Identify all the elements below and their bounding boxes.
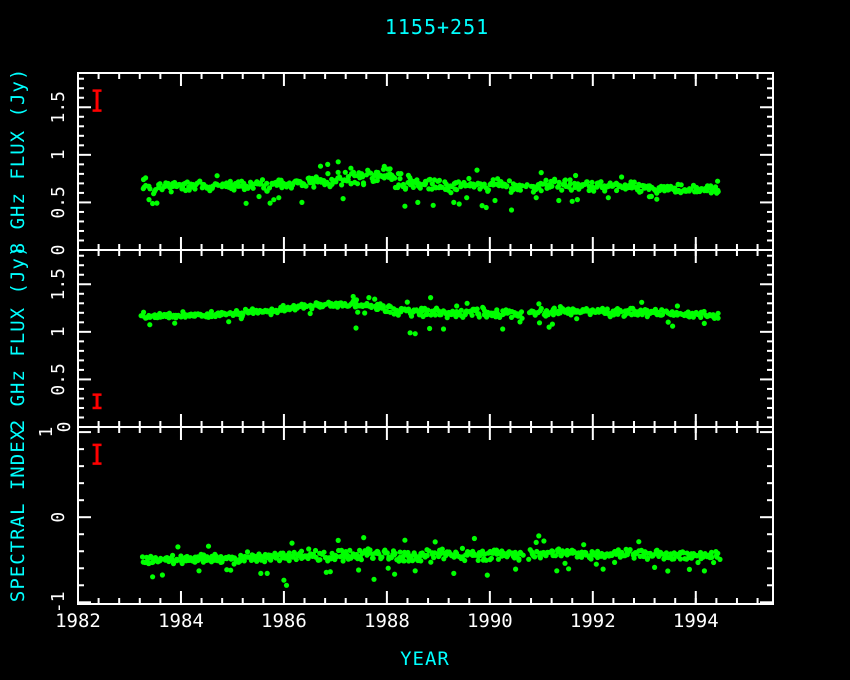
x-tick-label: 1988 <box>364 610 410 632</box>
chart-title: 1155+251 <box>385 15 489 39</box>
y-tick-label: 0 <box>48 245 69 256</box>
y-tick-label: 1.5 <box>48 91 69 124</box>
lightcurve-chart: 1155+251 8 GHz FLUX (Jy) 2 GHz FLUX (Jy)… <box>0 0 850 680</box>
y-tick-label: 1 <box>36 427 57 438</box>
x-tick-label: 1982 <box>55 610 101 632</box>
x-tick-label: 1992 <box>570 610 616 632</box>
chart-background <box>0 0 850 680</box>
y-tick-label: 1 <box>48 326 69 337</box>
x-tick-label: 1986 <box>261 610 307 632</box>
y-tick-label: 1 <box>48 149 69 160</box>
y-tick-label: 0.5 <box>48 186 69 219</box>
y-tick-label: 0 <box>54 422 75 433</box>
y-tick-label: 0 <box>48 512 69 523</box>
y-tick-label: 0.5 <box>48 363 69 396</box>
x-axis-title: YEAR <box>400 648 450 670</box>
y-axis-title-2ghz: 2 GHz FLUX (Jy) <box>7 245 29 432</box>
plot-window: 1155+251 8 GHz FLUX (Jy) 2 GHz FLUX (Jy)… <box>0 0 850 680</box>
y-axis-title-spectral-index: SPECTRAL INDEX <box>7 428 29 602</box>
y-axis-title-8ghz: 8 GHz FLUX (Jy) <box>7 68 29 255</box>
x-tick-label: 1990 <box>467 610 513 632</box>
x-tick-label: 1984 <box>158 610 204 632</box>
x-tick-label: 1994 <box>673 610 719 632</box>
y-tick-label: 1.5 <box>48 268 69 301</box>
